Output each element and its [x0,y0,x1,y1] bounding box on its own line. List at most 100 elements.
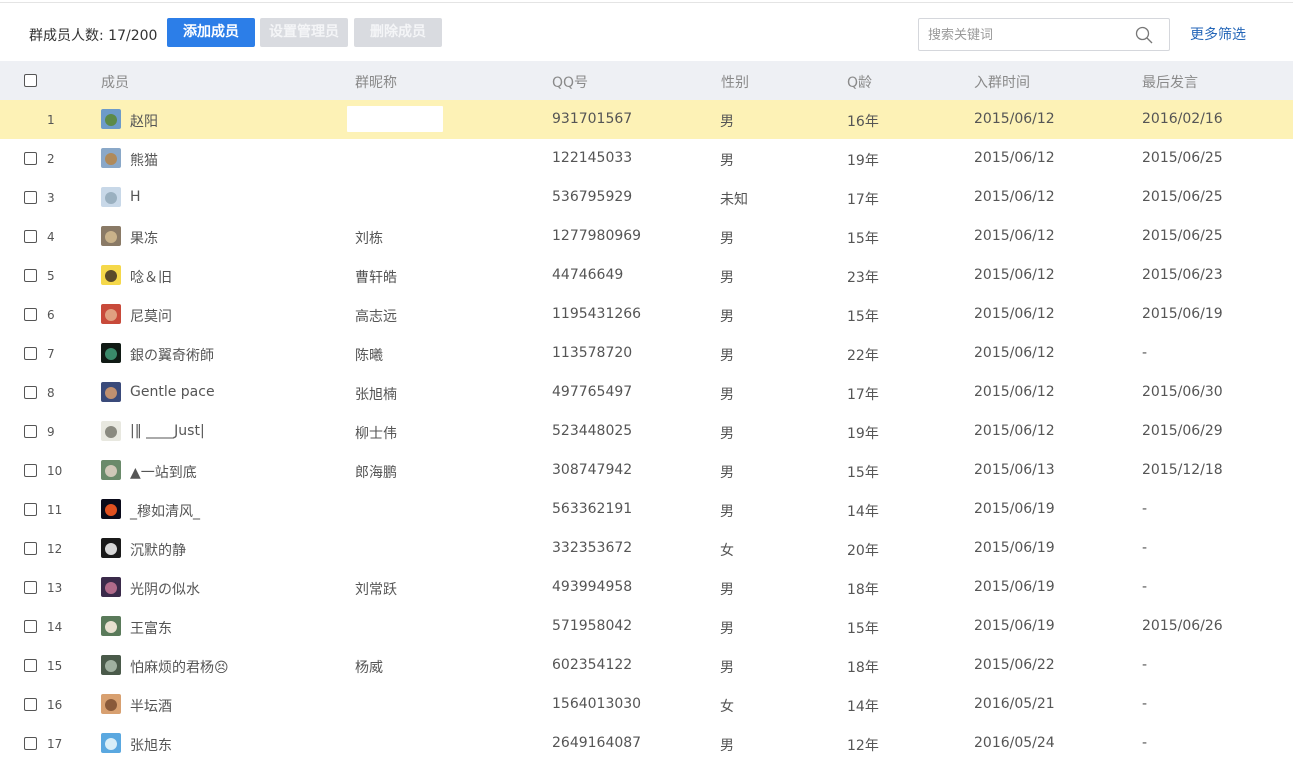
table-row[interactable]: 13 光阴の似水 刘常跃 493994958 男 18年 2015/06/19 - [0,568,1293,607]
row-checkbox[interactable] [24,191,37,204]
table-row[interactable]: 2 熊猫 122145033 男 19年 2015/06/12 2015/06/25 [0,139,1293,178]
member-name[interactable]: 唸＆旧 [130,267,172,287]
header-last-post[interactable]: 最后发言 [1142,72,1198,92]
member-name[interactable]: 怕麻烦的君杨😣 [130,657,229,677]
row-checkbox[interactable] [24,542,37,555]
row-index: 4 [47,230,55,244]
avatar-icon[interactable] [101,343,121,363]
member-name[interactable]: 果冻 [130,228,158,248]
table-row[interactable]: 3 H 536795929 未知 17年 2015/06/12 2015/06/25 [0,178,1293,217]
avatar-icon[interactable] [101,109,121,129]
group-nickname-input[interactable] [347,106,443,132]
header-qq[interactable]: QQ号 [552,72,588,92]
table-row[interactable]: 11 _穆如清风_ 563362191 男 14年 2015/06/19 - [0,490,1293,529]
q-age: 15年 [847,231,879,247]
table-row[interactable]: 10 ▲一站到底 郎海鹏 308747942 男 15年 2015/06/13 2015/12… [0,451,1293,490]
select-all-checkbox[interactable] [24,74,37,87]
avatar-icon[interactable] [101,187,121,207]
table-row[interactable]: 15 怕麻烦的君杨😣 杨威 602354122 男 18年 2015/06/22 - [0,646,1293,685]
row-checkbox[interactable] [24,503,37,516]
table-row[interactable]: 12 沉默的静 332353672 女 20年 2015/06/19 - [0,529,1293,568]
avatar-icon[interactable] [101,538,121,558]
row-checkbox[interactable] [24,230,37,243]
row-checkbox[interactable] [24,659,37,672]
avatar-icon[interactable] [101,577,121,597]
member-name[interactable]: 赵阳 [130,111,158,131]
member-name[interactable]: 半坛酒 [130,696,172,716]
add-member-button[interactable]: 添加成员 [167,18,255,47]
member-name[interactable]: 銀の翼奇術師 [130,345,214,365]
table-row[interactable]: 1 赵阳 931701567 男 16年 2015/06/12 2016/02/16 [0,100,1293,139]
search-input[interactable] [928,26,1128,44]
gender: 男 [720,660,734,676]
avatar-icon[interactable] [101,694,121,714]
last-post-time: 2015/06/29 [1142,423,1223,439]
member-name[interactable]: 张旭东 [130,735,172,755]
table-row[interactable]: 16 半坛酒 1564013030 女 14年 2016/05/21 - [0,685,1293,724]
qq-number: 113578720 [552,345,633,361]
q-age: 14年 [847,699,879,715]
table-row[interactable]: 6 尼莫问 高志远 1195431266 男 15年 2015/06/12 2015/06/1… [0,295,1293,334]
row-index: 1 [47,113,55,127]
set-admin-button[interactable]: 设置管理员 [260,18,348,47]
row-checkbox[interactable] [24,152,37,165]
row-index: 9 [47,425,55,439]
row-checkbox[interactable] [24,620,37,633]
member-name[interactable]: 熊猫 [130,150,158,170]
avatar-icon[interactable] [101,616,121,636]
member-name[interactable]: 沉默的静 [130,540,186,560]
row-index: 15 [47,659,63,673]
table-row[interactable]: 8 Gentle pace 张旭楠 497765497 男 17年 2015/06/12 20… [0,373,1293,412]
last-post-time: 2015/06/25 [1142,228,1223,244]
table-row[interactable]: 17 张旭东 2649164087 男 12年 2016/05/24 - [0,724,1293,762]
row-checkbox[interactable] [24,386,37,399]
last-post-time: 2015/06/23 [1142,267,1223,283]
table-row[interactable]: 9 |‖ ____Just| 柳士伟 523448025 男 19年 2015/06/12 2… [0,412,1293,451]
header-gender[interactable]: 性别 [721,72,749,92]
avatar-icon[interactable] [101,226,121,246]
qq-number: 2649164087 [552,735,642,751]
avatar-icon[interactable] [101,460,121,480]
member-name[interactable]: Gentle pace [130,384,215,400]
avatar-icon[interactable] [101,421,121,441]
header-group-nickname[interactable]: 群昵称 [355,72,397,92]
member-name[interactable]: _穆如清风_ [130,501,200,521]
row-checkbox[interactable] [24,581,37,594]
row-checkbox[interactable] [24,698,37,711]
remove-member-button[interactable]: 删除成员 [354,18,442,47]
member-name[interactable]: 尼莫问 [130,306,172,326]
more-filters-link[interactable]: 更多筛选 [1190,24,1246,44]
row-checkbox[interactable] [24,737,37,750]
last-post-time: 2015/06/25 [1142,150,1223,166]
header-join-time[interactable]: 入群时间 [974,72,1030,92]
search-icon[interactable] [1134,25,1154,45]
member-name[interactable]: H [130,189,141,205]
member-name[interactable]: 王富东 [130,618,172,638]
table-row[interactable]: 5 唸＆旧 曹轩皓 44746649 男 23年 2015/06/12 2015/06/23 [0,256,1293,295]
avatar-icon[interactable] [101,382,121,402]
row-checkbox[interactable] [24,464,37,477]
row-checkbox[interactable] [24,269,37,282]
q-age: 16年 [847,114,879,130]
avatar-icon[interactable] [101,304,121,324]
avatar-icon[interactable] [101,265,121,285]
row-checkbox[interactable] [24,425,37,438]
join-time: 2015/06/19 [974,540,1055,556]
member-name[interactable]: ▲一站到底 [130,462,197,482]
header-member[interactable]: 成员 [101,72,129,92]
avatar-icon[interactable] [101,148,121,168]
row-index: 13 [47,581,63,595]
table-row[interactable]: 14 王富东 571958042 男 15年 2015/06/19 2015/06/26 [0,607,1293,646]
member-name[interactable]: |‖ ____Just| [130,423,205,439]
avatar-icon[interactable] [101,499,121,519]
table-row[interactable]: 4 果冻 刘栋 1277980969 男 15年 2015/06/12 2015/06/25 [0,217,1293,256]
avatar-icon[interactable] [101,655,121,675]
header-q-age[interactable]: Q龄 [847,72,872,92]
row-checkbox[interactable] [24,308,37,321]
row-checkbox[interactable] [24,347,37,360]
member-name[interactable]: 光阴の似水 [130,579,200,599]
avatar-icon[interactable] [101,733,121,753]
group-nickname: 刘栋 [355,231,383,247]
join-time: 2015/06/12 [974,306,1055,322]
table-row[interactable]: 7 銀の翼奇術師 陈曦 113578720 男 22年 2015/06/12 - [0,334,1293,373]
